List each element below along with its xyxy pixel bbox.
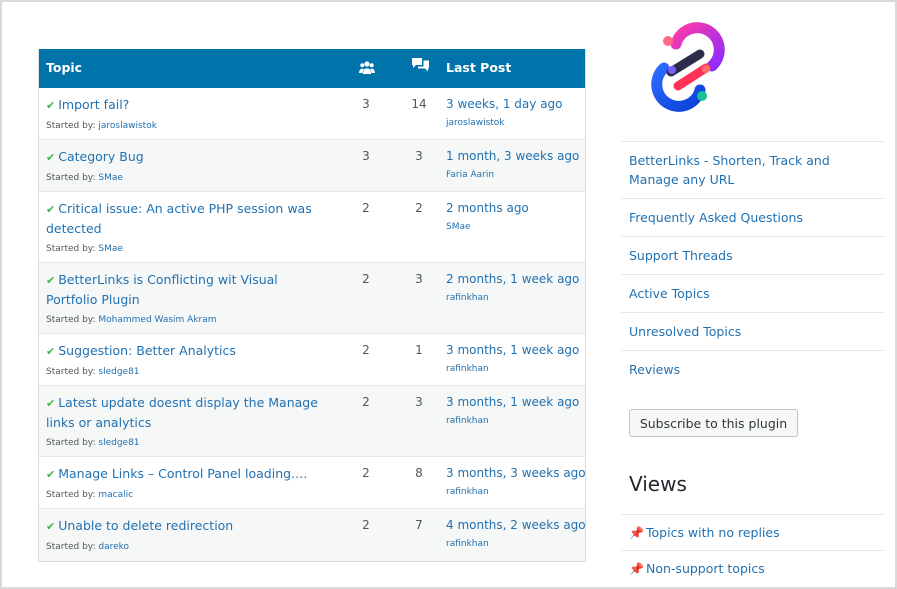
- author-link[interactable]: dareko: [98, 542, 129, 552]
- topic-link[interactable]: Unable to delete redirection: [58, 518, 233, 533]
- last-post-link[interactable]: 3 months, 1 week ago: [446, 343, 579, 357]
- table-row: ✔ BetterLinks is Conflicting wit Visual P…: [39, 263, 585, 334]
- view-non-support-link[interactable]: 📌 Non-support topics: [621, 550, 885, 586]
- last-post-link[interactable]: 4 months, 2 weeks ago: [446, 518, 585, 532]
- voices-count: 2: [362, 395, 370, 409]
- resolved-check-icon: ✔: [46, 274, 56, 287]
- table-row: ✔ Critical issue: An active PHP session w…: [39, 192, 585, 263]
- resolved-check-icon: ✔: [46, 203, 56, 216]
- started-by: Started by: jaroslawistok: [46, 121, 157, 131]
- started-by: Started by: Mohammed Wasim Akram: [46, 315, 217, 325]
- plugin-links: BetterLinks - Shorten, Track and Manage …: [621, 141, 885, 388]
- author-link[interactable]: sledge81: [98, 438, 139, 448]
- support-threads-link[interactable]: Support Threads: [621, 236, 885, 274]
- last-post-author-link[interactable]: rafinkhan: [446, 293, 489, 303]
- author-link[interactable]: SMae: [98, 244, 123, 254]
- resolved-check-icon: ✔: [46, 468, 56, 481]
- resolved-check-icon: ✔: [46, 345, 56, 358]
- resolved-check-icon: ✔: [46, 397, 56, 410]
- table-row: ✔ Import fail? Started by: jaroslawistok …: [39, 88, 585, 140]
- views-heading: Views: [629, 472, 687, 496]
- topic-link[interactable]: Manage Links – Control Panel loading.…: [58, 466, 307, 481]
- table-row: ✔ Latest update doesnt display the Manage…: [39, 386, 585, 457]
- posts-count: 8: [415, 466, 423, 480]
- table-header: Topic Last Post: [39, 49, 585, 88]
- last-post-link[interactable]: 1 month, 3 weeks ago: [446, 149, 579, 163]
- topic-link[interactable]: Suggestion: Better Analytics: [58, 343, 236, 358]
- resolved-check-icon: ✔: [46, 151, 56, 164]
- plugin-home-link[interactable]: BetterLinks - Shorten, Track and Manage …: [621, 141, 885, 198]
- users-icon: [359, 61, 375, 74]
- betterlinks-logo-icon: [651, 22, 725, 112]
- pin-icon: 📌: [629, 562, 644, 576]
- posts-count: 3: [415, 149, 423, 163]
- unresolved-topics-link[interactable]: Unresolved Topics: [621, 312, 885, 350]
- speech-bubbles-icon: [412, 58, 429, 72]
- last-post-author-link[interactable]: rafinkhan: [446, 487, 489, 497]
- voices-count: 2: [362, 343, 370, 357]
- last-post-author-link[interactable]: rafinkhan: [446, 416, 489, 426]
- last-post-link[interactable]: 3 weeks, 1 day ago: [446, 97, 563, 111]
- last-post-link[interactable]: 3 months, 1 week ago: [446, 395, 579, 409]
- last-post-author-link[interactable]: jaroslawistok: [446, 118, 505, 128]
- reviews-link[interactable]: Reviews: [621, 350, 885, 388]
- author-link[interactable]: jaroslawistok: [98, 121, 157, 131]
- author-link[interactable]: macalic: [98, 490, 133, 500]
- posts-count: 2: [415, 201, 423, 215]
- table-row: ✔ Manage Links – Control Panel loading.… …: [39, 457, 585, 509]
- voices-count: 3: [362, 149, 370, 163]
- author-link[interactable]: sledge81: [98, 367, 139, 377]
- posts-count: 1: [415, 343, 423, 357]
- last-post-author-link[interactable]: SMae: [446, 222, 471, 232]
- voices-count: 2: [362, 466, 370, 480]
- voices-count: 2: [362, 518, 370, 532]
- subscribe-button[interactable]: Subscribe to this plugin: [629, 409, 798, 437]
- table-row: ✔ Category Bug Started by: SMae 3 3 1 mon…: [39, 140, 585, 192]
- column-topic: Topic: [46, 60, 83, 75]
- topic-link[interactable]: Category Bug: [58, 149, 144, 164]
- author-link[interactable]: Mohammed Wasim Akram: [98, 315, 216, 325]
- posts-count: 7: [415, 518, 423, 532]
- view-no-replies-link[interactable]: 📌 Topics with no replies: [621, 514, 885, 550]
- started-by: Started by: macalic: [46, 490, 134, 500]
- posts-count: 14: [411, 97, 427, 111]
- voices-count: 2: [362, 201, 370, 215]
- table-row: ✔ Suggestion: Better Analytics Started by…: [39, 334, 585, 386]
- voices-count: 2: [362, 272, 370, 286]
- topic-link[interactable]: Critical issue: An active PHP session wa…: [46, 201, 312, 236]
- last-post-link[interactable]: 2 months ago: [446, 201, 529, 215]
- started-by: Started by: SMae: [46, 244, 123, 254]
- posts-count: 3: [415, 395, 423, 409]
- faq-link[interactable]: Frequently Asked Questions: [621, 198, 885, 236]
- started-by: Started by: SMae: [46, 173, 123, 183]
- last-post-author-link[interactable]: Faria Aarin: [446, 170, 494, 180]
- started-by: Started by: sledge81: [46, 438, 140, 448]
- author-link[interactable]: SMae: [98, 173, 123, 183]
- column-last-post: Last Post: [446, 60, 512, 75]
- last-post-link[interactable]: 2 months, 1 week ago: [446, 272, 579, 286]
- topic-link[interactable]: Import fail?: [58, 97, 129, 112]
- started-by: Started by: dareko: [46, 542, 130, 552]
- active-topics-link[interactable]: Active Topics: [621, 274, 885, 312]
- views-list: 📌 Topics with no replies 📌 Non-support top…: [621, 514, 885, 586]
- posts-count: 3: [415, 272, 423, 286]
- voices-count: 3: [362, 97, 370, 111]
- resolved-check-icon: ✔: [46, 99, 56, 112]
- pin-icon: 📌: [629, 526, 644, 540]
- topics-table: Topic Last Post ✔ Import fail? Started by…: [38, 49, 586, 562]
- table-row: ✔ Unable to delete redirection Started by…: [39, 509, 585, 561]
- started-by: Started by: sledge81: [46, 367, 140, 377]
- last-post-author-link[interactable]: rafinkhan: [446, 364, 489, 374]
- resolved-check-icon: ✔: [46, 520, 56, 533]
- last-post-link[interactable]: 3 months, 3 weeks ago: [446, 466, 585, 480]
- last-post-author-link[interactable]: rafinkhan: [446, 539, 489, 549]
- topic-link[interactable]: BetterLinks is Conflicting wit Visual Po…: [46, 272, 278, 307]
- topic-link[interactable]: Latest update doesnt display the Manage …: [46, 395, 318, 430]
